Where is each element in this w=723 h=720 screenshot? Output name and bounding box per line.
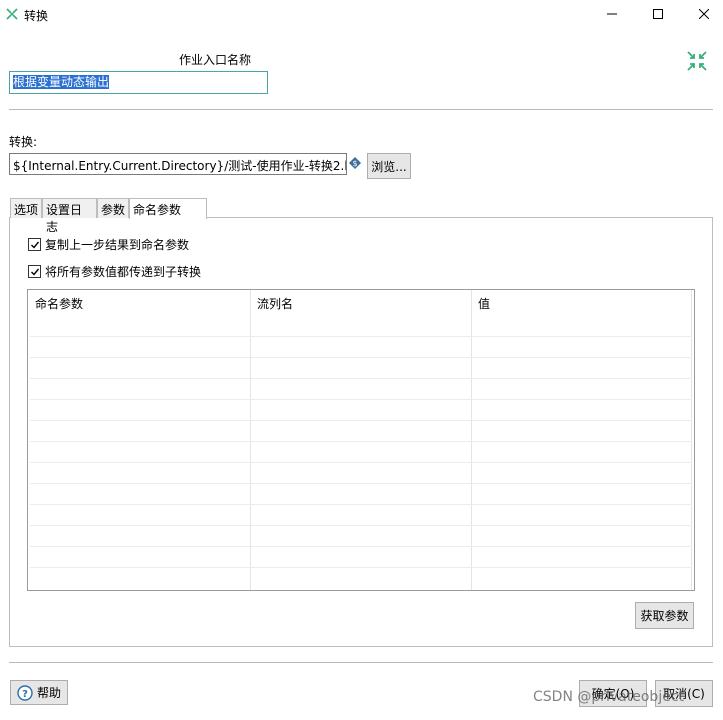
column-header-value[interactable]: 值 bbox=[478, 295, 490, 312]
browse-button[interactable]: 浏览... bbox=[367, 153, 411, 179]
entry-name-label: 作业入口名称 bbox=[178, 53, 251, 67]
entry-name-value: 根据变量动态输出 bbox=[13, 75, 110, 89]
column-divider bbox=[471, 290, 472, 590]
transformation-label: 转换: bbox=[9, 135, 38, 149]
maximize-button[interactable] bbox=[635, 0, 681, 30]
table-row-divider bbox=[30, 546, 692, 547]
tab-parameters[interactable]: 参数 bbox=[97, 198, 129, 218]
watermark: CSDN @privateobject bbox=[533, 689, 685, 705]
tab-named-parameters[interactable]: 命名参数 bbox=[129, 198, 207, 219]
collapse-arrows-icon bbox=[686, 50, 708, 72]
table-row-divider bbox=[30, 420, 692, 421]
copy-results-option[interactable]: 复制上一步结果到命名参数 bbox=[28, 236, 189, 253]
column-header-named-param[interactable]: 命名参数 bbox=[35, 295, 83, 312]
separator bbox=[9, 662, 713, 663]
table-row-divider bbox=[30, 336, 692, 337]
close-button[interactable] bbox=[681, 0, 723, 30]
pass-all-params-label: 将所有参数值都传递到子转换 bbox=[45, 265, 202, 279]
help-icon: ? bbox=[17, 684, 33, 701]
table-row-divider bbox=[30, 462, 692, 463]
table-row-divider bbox=[30, 441, 692, 442]
minimize-icon bbox=[607, 8, 617, 22]
column-header-stream-name[interactable]: 流列名 bbox=[257, 295, 293, 312]
column-divider bbox=[250, 290, 251, 590]
copy-results-checkbox[interactable] bbox=[28, 238, 41, 251]
table-row-divider bbox=[30, 525, 692, 526]
table-header-row bbox=[28, 290, 694, 336]
copy-results-label: 复制上一步结果到命名参数 bbox=[45, 238, 190, 252]
variable-diamond-icon: $ bbox=[349, 157, 361, 169]
entry-name-input[interactable]: 根据变量动态输出 bbox=[9, 71, 268, 94]
column-divider bbox=[691, 290, 692, 590]
get-params-button[interactable]: 获取参数 bbox=[635, 602, 694, 629]
spoon-transformation-icon bbox=[5, 7, 19, 21]
svg-text:?: ? bbox=[22, 689, 28, 700]
table-row-divider bbox=[30, 504, 692, 505]
window-title: 转换 bbox=[24, 9, 49, 23]
minimize-button[interactable] bbox=[589, 0, 635, 30]
help-button[interactable]: ? 帮助 bbox=[10, 680, 68, 705]
separator bbox=[9, 109, 713, 110]
tab-options[interactable]: 选项 bbox=[10, 198, 42, 218]
close-icon bbox=[698, 8, 710, 22]
table-row-divider bbox=[30, 483, 692, 484]
svg-text:$: $ bbox=[352, 159, 357, 168]
maximize-icon bbox=[653, 8, 663, 22]
table-row-divider bbox=[30, 357, 692, 358]
table-row-divider bbox=[30, 567, 692, 568]
tab-logging[interactable]: 设置日志 bbox=[42, 198, 97, 234]
help-label: 帮助 bbox=[36, 686, 61, 700]
named-params-table[interactable]: 命名参数 流列名 值 bbox=[27, 289, 695, 591]
transformation-path-input[interactable]: ${Internal.Entry.Current.Directory}/测试-使… bbox=[9, 153, 347, 175]
pass-all-params-option[interactable]: 将所有参数值都传递到子转换 bbox=[28, 263, 201, 280]
table-row-divider bbox=[30, 378, 692, 379]
table-row-divider bbox=[30, 399, 692, 400]
pass-all-params-checkbox[interactable] bbox=[28, 265, 41, 278]
